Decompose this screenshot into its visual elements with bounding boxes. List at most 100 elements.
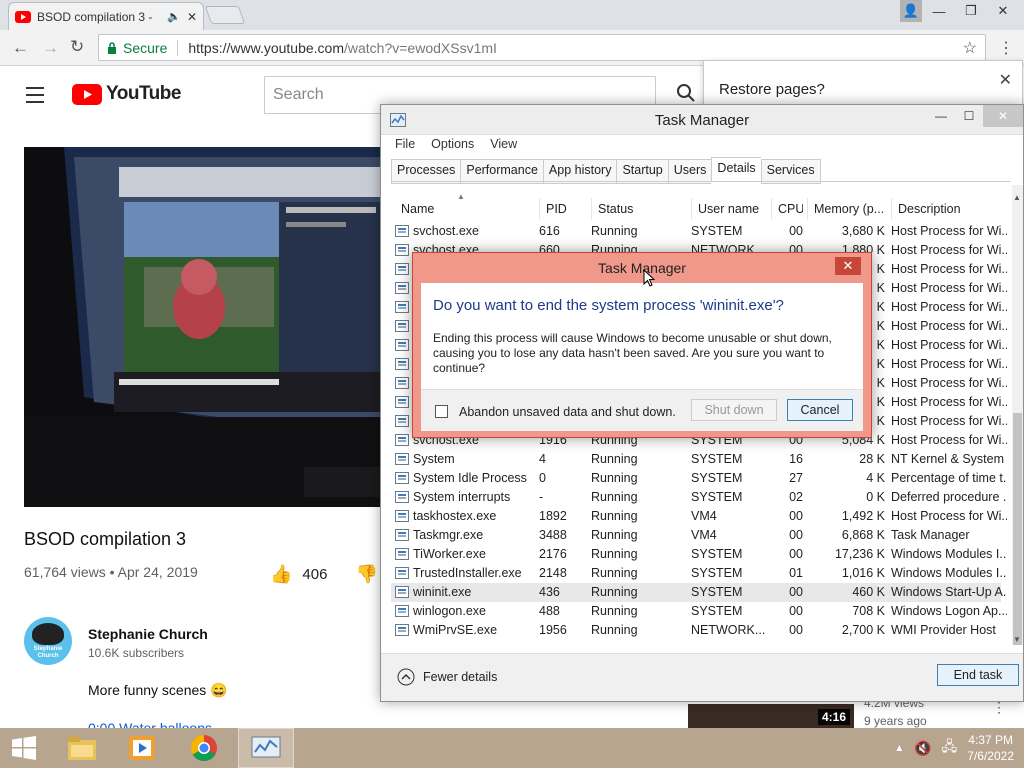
process-icon [395,225,409,237]
table-row[interactable]: svchost.exe 616 Running SYSTEM 00 3,680 K Host… [391,222,1007,241]
col-description[interactable]: Description [891,198,1007,220]
table-row[interactable]: Taskmgr.exe 3488 Running VM4 00 6,868 K Task M… [391,526,1001,545]
col-name[interactable]: Name [395,198,535,220]
cell-name: WmiPrvSE.exe [395,621,535,640]
cell-user: NETWORK... [691,623,766,637]
process-icon [395,263,409,275]
tm-maximize-button[interactable]: ☐ [955,105,983,127]
cell-desc: Task Manager [891,528,970,542]
tab-close-icon[interactable]: ✕ [187,10,197,24]
table-row[interactable]: winlogon.exe 488 Running SYSTEM 00 708 K Windo… [391,602,1007,621]
cell-user: SYSTEM [691,224,743,238]
taskbar-file-explorer[interactable] [54,728,110,768]
dialog-close-button[interactable]: ✕ [835,257,861,275]
channel-avatar[interactable]: Stephanie Church [24,617,72,665]
close-icon[interactable]: ✕ [999,70,1012,90]
process-icon [395,624,409,636]
process-icon [395,586,409,598]
table-row[interactable]: WmiPrvSE.exe 1956 Running NETWORK... 00 2,700… [391,621,1001,640]
menu-options[interactable]: Options [431,137,474,151]
abandon-data-label[interactable]: Abandon unsaved data and shut down. [459,405,676,419]
table-row[interactable]: taskhostex.exe 1892 Running VM4 00 1,492 K Hos… [391,507,1007,526]
fewer-details-button[interactable]: Fewer details [397,668,497,686]
scrollbar-thumb[interactable] [1013,413,1022,645]
youtube-favicon-icon [15,10,31,23]
recommended-thumbnail[interactable]: 4:16 [688,704,854,728]
tab-details[interactable]: Details [711,157,761,182]
clock[interactable]: 4:37 PM 7/6/2022 [967,732,1014,764]
table-row[interactable]: wininit.exe 436 Running SYSTEM 00 460 K Window… [391,583,1007,602]
end-task-button[interactable]: End task [937,664,1019,686]
cell-pid: 3488 [539,528,567,542]
process-name: svchost.exe [413,224,480,238]
taskbar-media-player[interactable] [114,728,170,768]
cell-status: Running [591,547,638,561]
back-button[interactable]: ← [12,38,29,58]
profile-icon[interactable]: 👤 [900,0,922,22]
cell-mem: 708 K [852,604,885,618]
bookmark-star-icon[interactable]: ☆ [963,38,977,58]
close-window-button[interactable]: ✕ [988,0,1018,22]
reload-button[interactable]: ↻ [70,37,84,57]
channel-name[interactable]: Stephanie Church [88,626,208,642]
youtube-logo[interactable]: YouTube [72,83,181,105]
maximize-button[interactable]: ❐ [956,0,986,22]
task-manager-titlebar[interactable]: Task Manager — ☐ ✕ [381,105,1023,135]
forward-button[interactable]: → [42,38,59,58]
table-row[interactable]: System Idle Process 0 Running SYSTEM 27 4 K Pe… [391,469,1007,488]
taskbar-task-manager[interactable] [238,728,294,768]
process-icon [395,510,409,522]
new-tab-button[interactable] [204,6,246,24]
cell-user: SYSTEM [691,471,743,485]
process-name: System interrupts [413,490,511,504]
start-button[interactable] [0,728,48,768]
video-player[interactable] [24,147,384,507]
hamburger-menu-icon[interactable] [26,87,44,103]
col-pid[interactable]: PID [539,198,589,220]
minimize-button[interactable]: — [924,0,954,22]
table-row[interactable]: System 4 Running SYSTEM 16 28 K NT Kernel & Sy… [391,450,1004,469]
cell-desc: Host Process for Wi... [891,262,1007,276]
menu-view[interactable]: View [490,137,517,151]
scroll-up-icon[interactable]: ▲ [1013,193,1021,202]
table-row[interactable]: TiWorker.exe 2176 Running SYSTEM 00 17,236 K W… [391,545,1007,564]
cancel-button[interactable]: Cancel [787,399,853,421]
volume-muted-icon[interactable]: 🔇 [914,740,931,757]
cell-mem: 4 K [866,471,885,485]
col-user[interactable]: User name [691,198,771,220]
col-status[interactable]: Status [591,198,687,220]
search-icon[interactable] [676,83,696,103]
scroll-down-icon[interactable]: ▼ [1013,635,1021,644]
table-row[interactable]: System interrupts - Running SYSTEM 02 0 K Defe… [391,488,1007,507]
cell-user: SYSTEM [691,547,743,561]
tm-close-button[interactable]: ✕ [983,105,1023,127]
network-icon[interactable]: 🖧 [942,736,958,760]
address-bar[interactable]: Secure https://www.youtube.com/watch?v=e… [98,34,986,61]
tray-overflow-icon[interactable]: ▲ [894,743,904,754]
thumbs-down-icon[interactable]: 👎 [355,564,377,585]
process-icon [395,282,409,294]
cell-name: System Idle Process [395,469,535,488]
media-player-icon [129,736,155,760]
thumbs-up-icon[interactable]: 👍 [270,564,292,585]
cell-pid: 0 [539,471,546,485]
process-icon [395,529,409,541]
youtube-play-icon [72,83,102,105]
table-row[interactable]: TrustedInstaller.exe 2148 Running SYSTEM 01 1… [391,564,1007,583]
cell-cpu: 00 [789,547,803,561]
cell-desc: Deferred procedure ... [891,490,1007,504]
shut-down-button[interactable]: Shut down [691,399,777,421]
taskbar-chrome[interactable] [176,728,232,768]
menu-file[interactable]: File [395,137,415,151]
process-icon [395,415,409,427]
col-memory[interactable]: Memory (p... [807,198,885,220]
tm-minimize-button[interactable]: — [927,105,955,127]
cell-user: SYSTEM [691,490,743,504]
cell-pid: 616 [539,224,560,238]
cell-pid: 1956 [539,623,567,637]
speaker-icon[interactable]: 🔈 [167,10,181,23]
chrome-menu-icon[interactable]: ⋮ [998,38,1014,58]
col-cpu[interactable]: CPU [771,198,803,220]
abandon-data-checkbox[interactable] [435,405,448,418]
browser-tab[interactable]: BSOD compilation 3 - 🔈 ✕ [8,2,204,30]
